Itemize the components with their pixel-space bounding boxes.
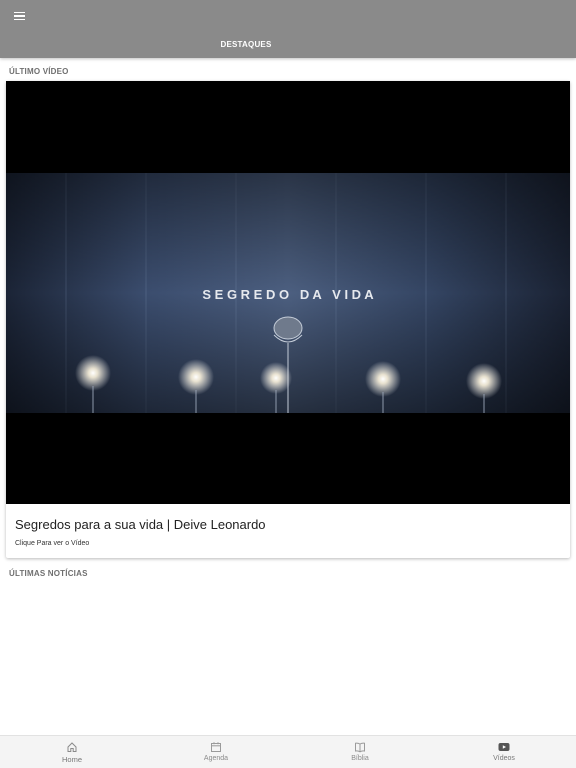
nav-biblia[interactable]: Bíblia (288, 736, 432, 768)
nav-agenda-label: Agenda (203, 755, 229, 762)
nav-agenda[interactable]: Agenda (144, 736, 288, 768)
video-title[interactable]: Segredos para a sua vida | Deive Leonard… (15, 517, 266, 532)
latest-video-card[interactable]: S E G R E D O D A V I D A Segredos para … (6, 81, 570, 558)
latest-video-section-label: ÚLTIMO VÍDEO (9, 67, 69, 76)
nav-biblia-label: Bíblia (351, 755, 369, 762)
thumbnail-overlay-text: S E G R E D O D A V I D A (202, 287, 374, 302)
nav-home-label: Home (61, 755, 82, 764)
home-icon (67, 742, 77, 752)
youtube-play-icon (498, 743, 510, 751)
app-screen: DESTAQUES ÚLTIMO VÍDEO S E G R E D O D A… (0, 0, 576, 768)
book-icon (355, 742, 365, 753)
nav-home[interactable]: Home (0, 736, 144, 768)
latest-news-section-label: ÚLTIMAS NOTÍCIAS (9, 569, 88, 578)
calendar-icon (211, 742, 221, 752)
top-app-bar: DESTAQUES (0, 0, 576, 58)
nav-videos-label: Vídeos (493, 755, 515, 762)
video-thumbnail[interactable]: S E G R E D O D A V I D A (6, 81, 570, 504)
hamburger-menu-icon[interactable] (8, 6, 30, 26)
bottom-navigation: Home Agenda Bíblia Vídeos (0, 735, 576, 768)
nav-videos[interactable]: Vídeos (432, 736, 576, 768)
video-cta[interactable]: Clique Para ver o Vídeo (15, 540, 89, 547)
page-title: DESTAQUES (220, 40, 272, 49)
